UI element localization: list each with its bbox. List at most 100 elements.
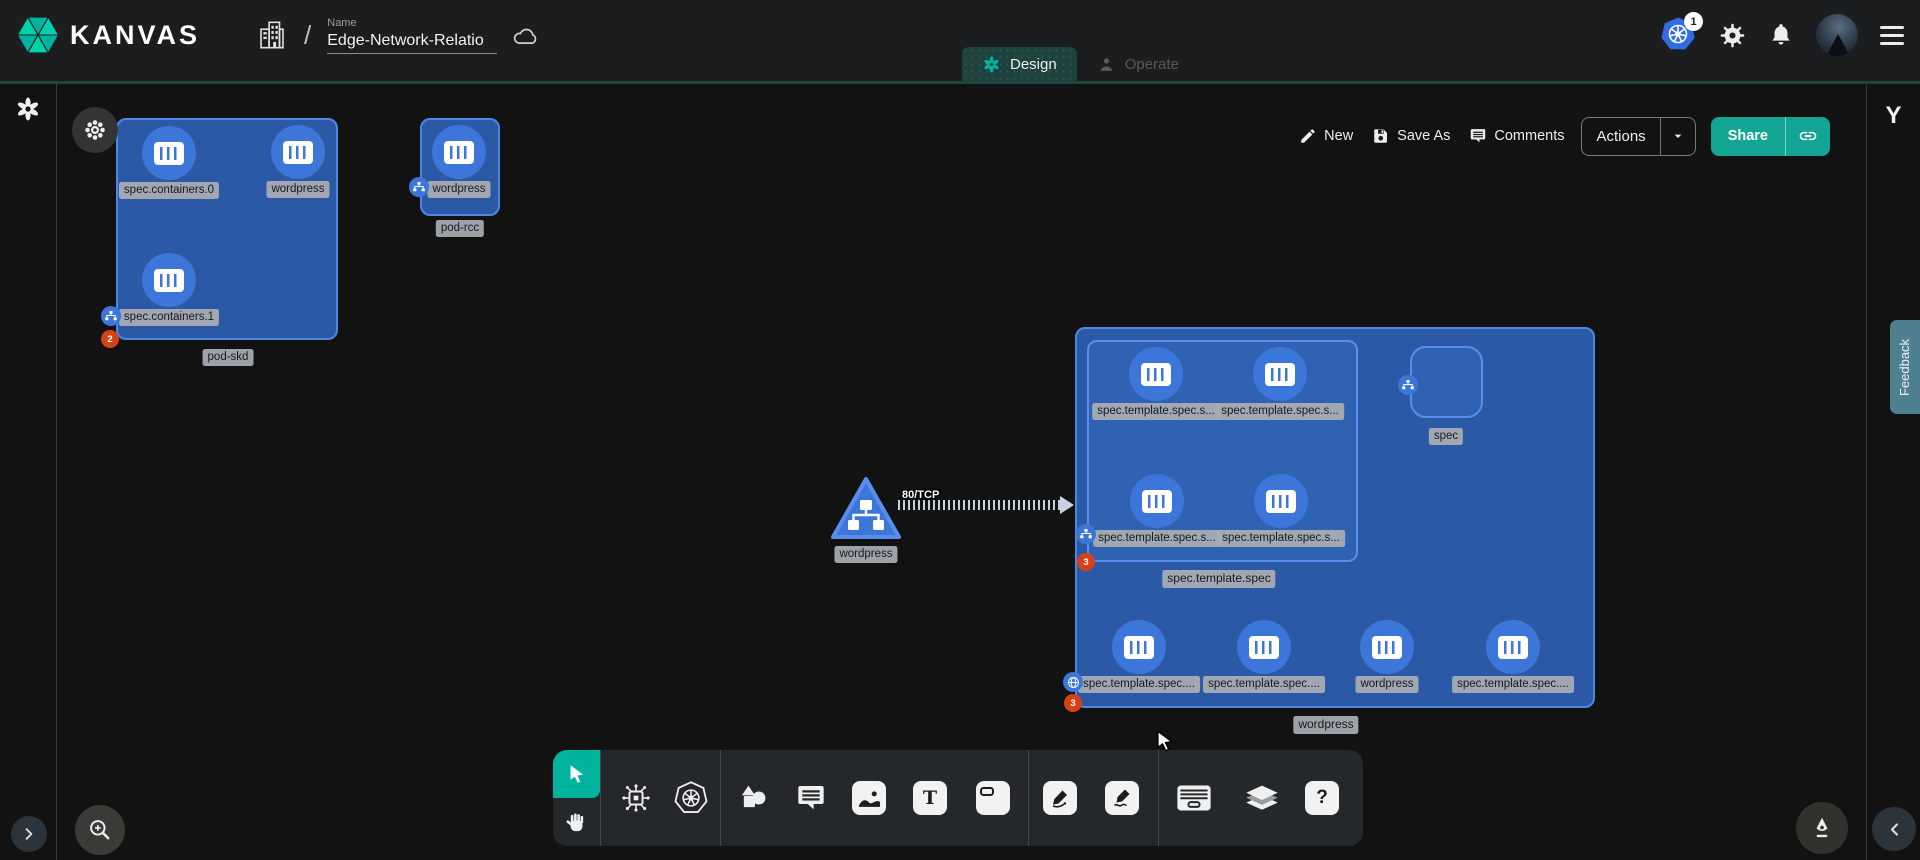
menu-hamburger-icon[interactable] — [1880, 26, 1904, 45]
tab-operate[interactable]: Operate — [1077, 47, 1199, 81]
edge-arrowhead-icon — [1060, 496, 1074, 514]
save-as-button[interactable]: Save As — [1370, 127, 1452, 145]
sticky-note-icon — [980, 787, 994, 796]
new-button[interactable]: New — [1297, 127, 1355, 145]
letter-t-icon: T — [923, 787, 937, 809]
node-label: wordpress — [1355, 676, 1418, 693]
settings-gear-icon[interactable] — [1719, 22, 1746, 49]
node-label: spec.containers.0 — [119, 182, 219, 199]
node-label: spec.template.spec.s... — [1092, 403, 1220, 420]
logo[interactable]: KANVAS — [16, 13, 200, 57]
service-triangle-icon — [828, 474, 904, 544]
ink-tool-button[interactable] — [1796, 802, 1848, 854]
copy-link-button[interactable] — [1785, 117, 1830, 156]
validator-y-icon[interactable]: Y — [1885, 102, 1901, 130]
sitemap-icon — [413, 182, 425, 192]
node-label: spec.template.spec.s... — [1217, 530, 1345, 547]
shapes-tool[interactable] — [736, 781, 770, 815]
meshery-spinner-icon[interactable] — [15, 96, 41, 122]
design-tab-icon — [982, 55, 1001, 74]
pan-tool[interactable] — [563, 810, 589, 836]
relation-badge[interactable] — [1398, 375, 1418, 395]
network-edge[interactable] — [898, 500, 1062, 510]
design-name-input[interactable] — [327, 30, 497, 54]
comment-icon — [1469, 127, 1487, 145]
share-button[interactable]: Share — [1711, 117, 1785, 156]
text-tool[interactable]: T — [913, 781, 947, 815]
group-spec-template-spec[interactable] — [1087, 340, 1358, 562]
issue-count-badge[interactable]: 2 — [101, 330, 119, 348]
chevron-right-icon — [21, 826, 37, 842]
share-label: Share — [1728, 128, 1768, 144]
picture-icon — [858, 789, 881, 808]
container-icon — [1237, 620, 1291, 674]
collapse-right-panel-button[interactable] — [1872, 807, 1916, 851]
kubernetes-context-button[interactable]: 1 — [1661, 17, 1697, 53]
relation-badge[interactable] — [1076, 524, 1096, 544]
comments-button[interactable]: Comments — [1467, 127, 1566, 145]
image-tool[interactable] — [852, 781, 886, 815]
drawer-icon — [1176, 784, 1212, 812]
feedback-tab[interactable]: Feedback — [1890, 320, 1920, 414]
logo-text: KANVAS — [70, 20, 200, 51]
question-mark-icon: ? — [1316, 787, 1328, 809]
actions-button[interactable]: Actions — [1582, 118, 1659, 155]
canvas-toolbar: T — [553, 750, 1363, 846]
node-spec[interactable] — [1410, 346, 1483, 418]
collapsed-gear-node[interactable] — [72, 107, 118, 153]
expand-left-panel-button[interactable] — [11, 816, 47, 852]
container-icon — [1360, 620, 1414, 674]
chevron-left-icon — [1886, 821, 1903, 838]
container-icon — [142, 253, 196, 307]
relation-badge[interactable] — [101, 306, 121, 326]
zoom-button[interactable] — [75, 805, 125, 855]
container-icon — [1254, 474, 1308, 528]
kanvas-logo-icon — [16, 13, 60, 57]
node-label: wordpress — [266, 181, 329, 198]
layers-stack-icon — [1245, 784, 1279, 812]
issue-count-badge[interactable]: 3 — [1064, 694, 1082, 712]
mouse-cursor-icon — [1152, 728, 1178, 754]
avatar[interactable] — [1816, 14, 1858, 56]
relation-badge[interactable] — [409, 177, 429, 197]
circuit-chip-icon — [619, 781, 653, 815]
component-tool[interactable] — [619, 781, 653, 815]
helm-wheel-icon — [673, 780, 709, 816]
container-icon — [432, 125, 486, 179]
note-tool[interactable] — [976, 781, 1010, 815]
mesh-globe-icon — [1067, 676, 1080, 689]
share-split-button: Share — [1711, 117, 1830, 156]
design-tab-label: Design — [1010, 56, 1057, 73]
node-label: spec.containers.1 — [119, 309, 219, 326]
help-tool[interactable]: ? — [1305, 781, 1339, 815]
node-label-spec: spec — [1429, 428, 1463, 445]
cloud-sync-icon[interactable] — [511, 24, 541, 46]
sitemap-icon — [1080, 529, 1092, 539]
organization-icon[interactable] — [258, 20, 286, 50]
actions-dropdown-button[interactable] — [1660, 118, 1695, 155]
notifications-bell-icon[interactable] — [1768, 22, 1794, 48]
pen-nib-icon — [1809, 815, 1835, 841]
node-label: spec.template.spec.s... — [1093, 530, 1221, 547]
floppy-icon — [1372, 127, 1390, 145]
pencil-scribble-icon — [1111, 787, 1133, 809]
service-node-wordpress[interactable] — [828, 474, 904, 550]
draw-tool[interactable] — [1105, 781, 1139, 815]
pen-tool[interactable] — [1043, 781, 1077, 815]
mesh-relation-badge[interactable] — [1063, 672, 1083, 692]
caret-down-icon — [1670, 128, 1686, 144]
select-tool[interactable] — [553, 750, 600, 798]
comments-label: Comments — [1494, 128, 1564, 144]
sitemap-icon — [1402, 380, 1414, 390]
archive-tool[interactable] — [1176, 784, 1212, 812]
tab-design[interactable]: Design — [962, 47, 1077, 81]
node-label: wordpress — [427, 181, 490, 198]
app-header: KANVAS / Name — [0, 0, 1920, 84]
comment-tool[interactable] — [795, 782, 827, 814]
layers-tool[interactable] — [1245, 784, 1279, 812]
kubernetes-tool[interactable] — [673, 780, 709, 816]
gear-flower-icon — [83, 118, 107, 142]
container-icon — [1253, 347, 1307, 401]
issue-count-badge[interactable]: 3 — [1077, 553, 1095, 571]
pen-icon — [1049, 787, 1071, 809]
